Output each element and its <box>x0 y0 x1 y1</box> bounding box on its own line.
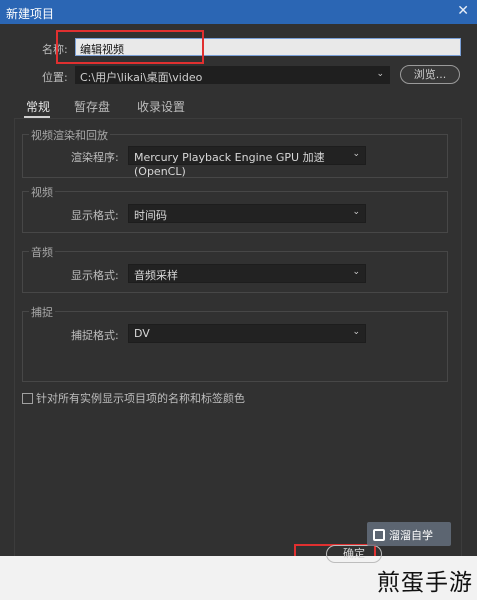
chevron-down-icon: ⌄ <box>352 327 360 337</box>
capture-format-value: DV <box>134 327 150 340</box>
location-label: 位置: <box>42 71 68 84</box>
tab-general[interactable]: 常规 <box>26 98 50 115</box>
window-title: 新建项目 <box>6 7 55 21</box>
title-bar: 新建项目 ✕ <box>0 0 477 24</box>
group-audio: 音频 显示格式: 音频采样 ⌄ <box>22 244 448 293</box>
renderer-label: 渲染程序: <box>71 151 119 164</box>
close-icon[interactable]: ✕ <box>457 3 469 19</box>
audio-display-format-value: 音频采样 <box>134 269 178 282</box>
chevron-down-icon: ⌄ <box>352 207 360 217</box>
location-value: C:\用户\likai\桌面\video <box>80 71 203 84</box>
browse-button[interactable]: 浏览... <box>400 65 460 84</box>
watermark-logo-icon <box>373 529 385 541</box>
renderer-dropdown[interactable]: Mercury Playback Engine GPU 加速 (OpenCL) … <box>128 146 366 178</box>
tab-scratch-disks[interactable]: 暂存盘 <box>74 98 110 115</box>
highlight-name-field <box>56 30 204 64</box>
audio-display-format-label: 显示格式: <box>71 269 119 282</box>
capture-format-dropdown[interactable]: DV ⌄ <box>128 324 366 343</box>
capture-format-label: 捕捉格式: <box>71 329 119 342</box>
watermark-text: 溜溜自学 <box>389 529 433 542</box>
brand-text: 煎蛋手游 <box>377 570 473 596</box>
group-video: 视频 显示格式: 时间码 ⌄ <box>22 184 448 233</box>
video-display-format-label: 显示格式: <box>71 209 119 222</box>
group-title-audio: 音频 <box>29 244 55 260</box>
group-title-video: 视频 <box>29 184 55 200</box>
show-item-names-option[interactable]: 针对所有实例显示项目项的名称和标签颜色 <box>22 390 245 406</box>
video-display-format-value: 时间码 <box>134 209 167 222</box>
group-title-video-render: 视频渲染和回放 <box>29 127 110 143</box>
video-display-format-dropdown[interactable]: 时间码 ⌄ <box>128 204 366 223</box>
group-capture: 捕捉 捕捉格式: DV ⌄ <box>22 304 448 382</box>
renderer-value: Mercury Playback Engine GPU 加速 (OpenCL) <box>134 151 325 178</box>
tab-ingest-settings[interactable]: 收录设置 <box>137 98 185 115</box>
group-video-render: 视频渲染和回放 渲染程序: Mercury Playback Engine GP… <box>22 127 448 178</box>
chevron-down-icon: ⌄ <box>352 149 360 159</box>
watermark: 溜溜自学 <box>367 522 451 546</box>
checkbox-icon[interactable] <box>22 393 33 404</box>
audio-display-format-dropdown[interactable]: 音频采样 ⌄ <box>128 264 366 283</box>
location-select[interactable]: C:\用户\likai\桌面\video ⌄ <box>75 66 390 84</box>
chevron-down-icon: ⌄ <box>352 267 360 277</box>
group-title-capture: 捕捉 <box>29 304 55 320</box>
show-item-names-label: 针对所有实例显示项目项的名称和标签颜色 <box>36 392 245 405</box>
new-project-dialog: 名称: 编辑视频 位置: C:\用户\likai\桌面\video ⌄ 浏览..… <box>0 24 477 600</box>
chevron-down-icon: ⌄ <box>376 69 384 79</box>
ok-button[interactable]: 确定 <box>326 545 382 563</box>
